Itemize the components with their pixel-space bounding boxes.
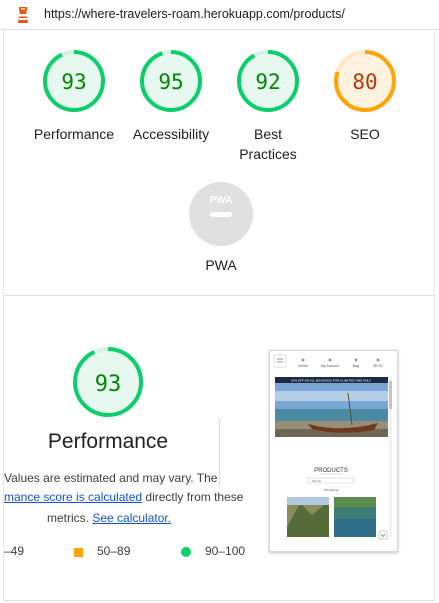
- description-line-3: metrics. See calculator.: [47, 511, 171, 525]
- legend-average-square-icon: [74, 548, 83, 557]
- gauge-score: 93: [61, 70, 86, 94]
- pwa-badge-icon: PWA: [189, 182, 253, 246]
- legend-fail: –49: [4, 544, 25, 558]
- description-line-1: Values are estimated and may vary. The: [4, 471, 218, 485]
- thumb-nav-home: Home: [298, 364, 308, 368]
- accessibility-label: Accessibility: [132, 126, 210, 142]
- score-calculated-link[interactable]: mance score is calculated: [4, 490, 142, 504]
- lighthouse-icon: [18, 7, 28, 23]
- description-line-2: mance score is calculated directly from …: [4, 490, 243, 504]
- gauge-ring: 93: [43, 50, 105, 112]
- pwa-label: PWA: [205, 257, 237, 273]
- gauge-score: 80: [352, 70, 377, 94]
- seo-gauge[interactable]: 80: [333, 49, 397, 113]
- best-practices-label: Best Practices: [213, 124, 323, 164]
- final-screenshot-thumbnail[interactable]: Home My Account Bag $0.00 20% OFF ON ALL…: [269, 350, 398, 552]
- thumb-banner: 20% OFF ON ALL BOOKINGS FOR A LIMITED TI…: [291, 379, 371, 383]
- browser-url-bar: https://where-travelers-roam.herokuapp.c…: [0, 0, 439, 30]
- legend-average: 50–89: [97, 544, 131, 558]
- label-line-2: Practices: [239, 146, 297, 162]
- page-url: https://where-travelers-roam.herokuapp.c…: [44, 7, 345, 21]
- thumb-nav-bag: Bag: [353, 364, 359, 368]
- thumb-count: 6 Products: [324, 488, 339, 492]
- accessibility-gauge[interactable]: 95: [139, 49, 203, 113]
- gauge-score: 95: [158, 70, 183, 94]
- legend-pass: 90–100: [205, 544, 246, 558]
- page-screenshot-image: Home My Account Bag $0.00 20% OFF ON ALL…: [270, 351, 397, 551]
- see-calculator-link[interactable]: See calculator.: [92, 511, 171, 525]
- thumb-nav-account: My Account: [321, 364, 340, 368]
- performance-gauge[interactable]: 93: [42, 49, 106, 113]
- gauge-ring: 95: [140, 50, 202, 112]
- performance-large-gauge: 93: [72, 346, 144, 418]
- label-line-1: Best: [253, 126, 282, 142]
- gauge-ring: 80: [334, 50, 396, 112]
- thumb-sort: Sort by: [312, 479, 321, 483]
- pwa-gauge[interactable]: PWA: [188, 181, 254, 247]
- divider: [219, 418, 220, 486]
- description-text: directly from these: [142, 490, 244, 504]
- gauge-score: 92: [255, 70, 280, 94]
- pwa-badge-text: PWA: [210, 195, 233, 206]
- legend-pass-dot-icon: [181, 547, 191, 557]
- description-text: metrics.: [47, 511, 93, 525]
- gauge-ring: 93: [73, 347, 143, 417]
- gauge-score: 93: [95, 372, 122, 397]
- best-practices-gauge[interactable]: 92: [236, 49, 300, 113]
- performance-title: Performance: [47, 430, 169, 453]
- thumb-heading: PRODUCTS: [314, 468, 348, 474]
- performance-label: Performance: [33, 126, 115, 142]
- gauge-ring: 92: [237, 50, 299, 112]
- seo-label: SEO: [350, 126, 380, 142]
- thumb-nav-total: $0.00: [374, 364, 383, 368]
